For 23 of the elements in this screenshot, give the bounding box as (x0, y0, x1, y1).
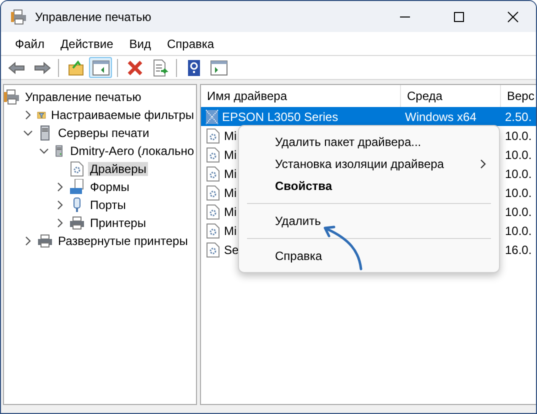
table-cell: Mi (224, 224, 237, 238)
table-cell: 10.0. (505, 224, 532, 238)
table-cell: EPSON L3050 Series (222, 110, 338, 124)
table-cell: Mi (224, 166, 237, 180)
table-cell: 10.0. (505, 204, 532, 218)
table-cell: 10.0. (505, 148, 532, 162)
menu-item-label: Удалить пакет драйвера... (275, 135, 422, 149)
menu-item-label: Удалить (275, 214, 321, 228)
table-cell: Mi (224, 186, 237, 200)
table-cell: 10.0. (505, 128, 532, 142)
table-cell: 10.0. (505, 186, 532, 200)
menu-item-label: Справка (275, 249, 322, 263)
menu-item-label: Свойства (275, 179, 332, 193)
table-cell: Mi (224, 204, 237, 218)
table-cell: Mi (224, 148, 237, 162)
table-cell: Mi (224, 128, 237, 142)
table-cell: Se (224, 242, 239, 256)
table-cell: 16.0. (505, 242, 532, 256)
window-title: Управление печатью (35, 10, 152, 24)
table-cell: Windows x64 (405, 110, 476, 124)
menu-item-label: Установка изоляции драйвера (275, 157, 444, 171)
table-cell: 10.0. (505, 166, 532, 180)
table-cell: 2.50. (505, 110, 532, 124)
